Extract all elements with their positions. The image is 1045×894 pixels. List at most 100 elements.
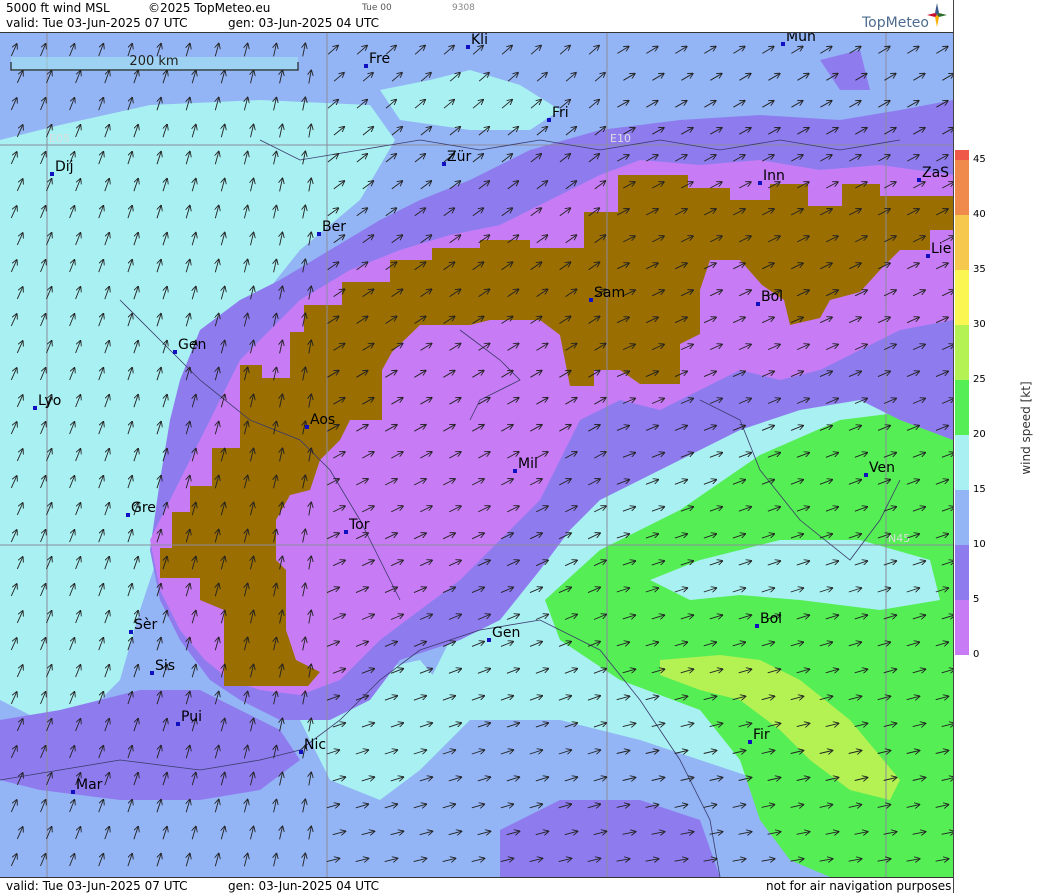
city-marker-icon <box>305 425 309 429</box>
city-bol: Bol <box>755 611 782 628</box>
city-gen: Gen <box>173 337 206 354</box>
city-sr: Sèr <box>129 617 158 634</box>
city-label: Mil <box>518 456 538 472</box>
city-nic: Nic <box>299 737 326 754</box>
city-label: Sis <box>155 658 175 674</box>
city-mn: Mün <box>781 33 816 46</box>
footer-valid-time: valid: Tue 03-Jun-2025 07 UTC <box>6 879 188 893</box>
city-marker-icon <box>864 473 868 477</box>
city-label: Fre <box>369 51 390 67</box>
city-marker-icon <box>547 118 551 122</box>
colorbar-tick-label: 40 <box>973 209 986 220</box>
city-marker-icon <box>442 162 446 166</box>
city-ven: Ven <box>864 460 895 477</box>
colorbar-tick-label: 30 <box>973 319 986 330</box>
city-label: Gen <box>492 625 520 641</box>
city-label: Gre <box>131 500 156 516</box>
colorbar-tick-label: 15 <box>973 484 986 495</box>
colorbar-segment <box>955 150 969 160</box>
scale-bar-label: 200 km <box>129 54 178 69</box>
colorbar-tick-label: 45 <box>973 154 986 165</box>
run-tag: Tue 00 <box>362 3 392 13</box>
city-label: Bol <box>760 611 782 627</box>
city-marker-icon <box>781 42 785 46</box>
city-marker-icon <box>344 530 348 534</box>
city-label: Mar <box>76 777 103 793</box>
colorbar-tick-label: 20 <box>973 429 986 440</box>
city-marker-icon <box>71 790 75 794</box>
city-zr: Zür <box>442 149 471 166</box>
city-zas: ZaS <box>917 165 949 182</box>
brand-logo-text: TopMeteo <box>862 15 929 31</box>
colorbar <box>955 150 969 655</box>
city-marker-icon <box>317 232 321 236</box>
city-label: Sèr <box>134 617 158 633</box>
city-marker-icon <box>755 624 759 628</box>
grid-label-e10: E10 <box>610 132 631 145</box>
copyright-text: ©2025 TopMeteo.eu <box>148 1 271 15</box>
disclaimer-text: not for air navigation purposes <box>766 879 952 893</box>
colorbar-tick-label: 25 <box>973 374 986 385</box>
colorbar-segment <box>955 600 969 655</box>
city-marker-icon <box>150 671 154 675</box>
grid-label-e05: E05 <box>49 132 70 145</box>
city-label: Bol <box>761 289 783 305</box>
colorbar-tick-label: 35 <box>973 264 986 275</box>
colorbar-tick-label: 0 <box>973 649 980 660</box>
city-gre: Gre <box>126 500 156 517</box>
footer-generated-time: gen: 03-Jun-2025 04 UTC <box>228 879 380 893</box>
city-marker-icon <box>917 178 921 182</box>
wind-map: 200 km E05 E10 N45 Kli Mün Fre Fri Dij Zür Inn… <box>0 33 953 877</box>
city-bol: Bol <box>756 289 783 306</box>
city-label: Fir <box>753 727 770 743</box>
city-marker-icon <box>589 298 593 302</box>
compass-icon <box>927 3 947 27</box>
city-label: Inn <box>763 168 785 184</box>
colorbar-segment <box>955 270 969 325</box>
city-label: Lie <box>931 241 951 257</box>
grid-label-n45: N45 <box>888 532 910 545</box>
city-marker-icon <box>364 64 368 68</box>
city-label: Fri <box>552 105 569 121</box>
city-marker-icon <box>748 740 752 744</box>
city-label: Ven <box>869 460 895 476</box>
colorbar-segment <box>955 490 969 545</box>
colorbar-segment <box>955 380 969 435</box>
city-label: Tor <box>348 517 370 533</box>
chart-header: 5000 ft wind MSL ©2025 TopMeteo.eu Tue 0… <box>0 0 953 33</box>
city-marker-icon <box>129 630 133 634</box>
colorbar-title: wind speed [kt] <box>1019 381 1033 475</box>
city-marker-icon <box>176 722 180 726</box>
city-label: Lyo <box>38 393 61 409</box>
city-mar: Mar <box>71 777 103 794</box>
city-label: Nic <box>304 737 326 753</box>
city-inn: Inn <box>758 168 785 185</box>
code-text: 9308 <box>452 3 475 13</box>
colorbar-segment <box>955 325 969 380</box>
city-label: Gen <box>178 337 206 353</box>
valid-time: valid: Tue 03-Jun-2025 07 UTC <box>6 16 188 30</box>
city-label: Dij <box>55 159 74 175</box>
city-label: Mün <box>786 33 816 45</box>
city-marker-icon <box>173 350 177 354</box>
colorbar-tick-label: 10 <box>973 539 986 550</box>
colorbar-segment <box>955 545 969 600</box>
city-label: Zür <box>447 149 471 165</box>
city-label: Kli <box>471 33 488 48</box>
city-marker-icon <box>758 181 762 185</box>
city-label: Sam <box>594 285 625 301</box>
colorbar-segment <box>955 435 969 490</box>
city-sam: Sam <box>589 285 625 302</box>
city-lyo: Lyo <box>33 393 61 410</box>
colorbar-segment <box>955 160 969 215</box>
city-label: Pui <box>181 709 202 725</box>
product-title: 5000 ft wind MSL <box>6 1 110 15</box>
city-label: Ber <box>322 219 346 235</box>
city-marker-icon <box>756 302 760 306</box>
city-marker-icon <box>513 469 517 473</box>
colorbar-tick-label: 5 <box>973 594 980 605</box>
city-marker-icon <box>487 638 491 642</box>
city-marker-icon <box>50 172 54 176</box>
city-marker-icon <box>33 406 37 410</box>
city-label: Aos <box>310 412 335 428</box>
